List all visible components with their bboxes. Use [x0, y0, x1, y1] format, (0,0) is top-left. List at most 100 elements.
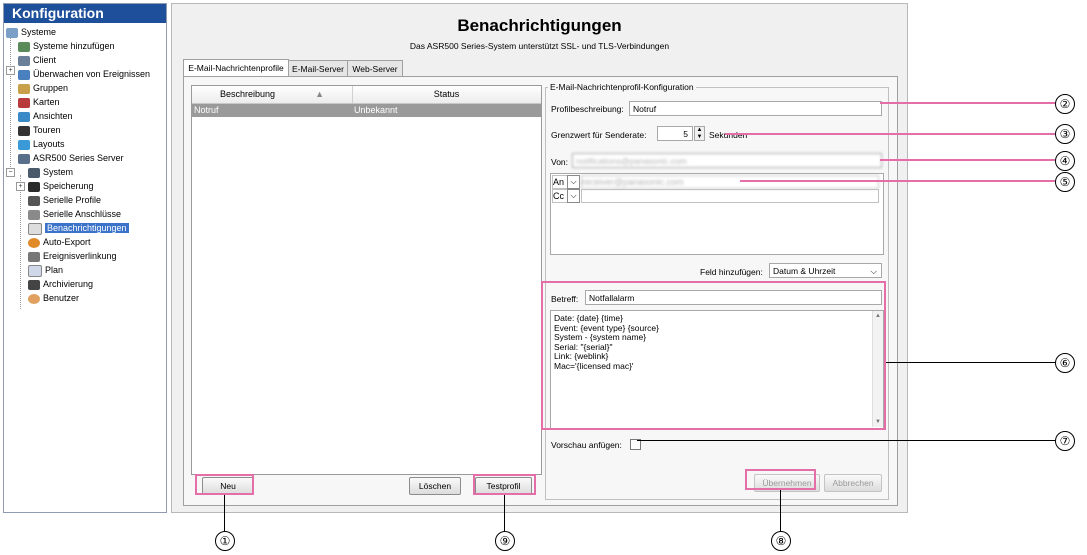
send-rate-input[interactable]: 5: [657, 126, 693, 141]
to-label: An: [552, 175, 568, 189]
callout-line-9: [504, 495, 505, 531]
highlight-message-area: [541, 281, 886, 430]
highlight-apply-button: [745, 469, 816, 490]
profile-description-label: Profilbeschreibung:: [551, 104, 624, 114]
callout-line-2: [880, 102, 1055, 104]
column-header-beschreibung[interactable]: Beschreibung ▲: [192, 86, 353, 103]
send-rate-unit: Sekunden: [709, 130, 748, 140]
notifications-panel: Benachrichtigungen Das ASR500 Series-Sys…: [171, 3, 908, 513]
collapse-server-toggle[interactable]: −: [6, 168, 15, 177]
callout-line-8: [780, 490, 781, 531]
from-input[interactable]: notifications@panasonic.com: [572, 153, 882, 168]
tree-item-ereignisverlinkung[interactable]: Ereignisverlinkung: [28, 249, 117, 263]
from-label: Von:: [551, 157, 569, 167]
callout-2: ②: [1055, 94, 1075, 114]
table-row[interactable]: Notruf Unbekannt: [192, 104, 541, 117]
user-icon: [28, 293, 40, 304]
highlight-test-button: [473, 474, 536, 495]
maps-icon: [18, 97, 30, 108]
tree-item-systeme[interactable]: Systeme: [6, 25, 56, 39]
column-header-status[interactable]: Status: [352, 86, 541, 103]
tree-item-serielle-profile[interactable]: Serielle Profile: [28, 193, 101, 207]
profiles-table: Beschreibung ▲ Status Notruf Unbekannt: [191, 85, 542, 475]
tree-item-plan[interactable]: Plan: [28, 263, 63, 277]
cc-label: Cc: [552, 189, 568, 203]
tab-web-server[interactable]: Web-Server: [347, 60, 403, 77]
tree-item-speicherung[interactable]: Speicherung: [28, 179, 94, 193]
mail-icon: [28, 222, 42, 235]
tab-email-profiles[interactable]: E-Mail-Nachrichtenprofile: [183, 59, 289, 77]
groups-icon: [18, 83, 30, 94]
tree-item-serielle-anschluesse[interactable]: Serielle Anschlüsse: [28, 207, 121, 221]
send-rate-stepper[interactable]: ▲ ▼: [694, 126, 705, 141]
tours-icon: [18, 125, 30, 136]
profile-description-input[interactable]: Notruf: [629, 101, 882, 116]
add-field-select[interactable]: Datum & Uhrzeit ⌵: [769, 263, 882, 278]
archive-icon: [28, 279, 40, 290]
tree-item-client[interactable]: Client: [18, 53, 56, 67]
cancel-button[interactable]: Abbrechen: [824, 474, 882, 492]
add-field-label: Feld hinzufügen:: [700, 267, 763, 277]
expand-client-toggle[interactable]: +: [6, 66, 15, 75]
views-icon: [18, 111, 30, 122]
schedule-icon: [28, 264, 42, 277]
to-dropdown[interactable]: ⌵: [567, 175, 580, 189]
tree-item-archivierung[interactable]: Archivierung: [28, 277, 93, 291]
to-input[interactable]: receiver@panasonic.com: [581, 175, 879, 189]
sort-asc-icon: ▲: [315, 89, 324, 99]
tree-item-benutzer[interactable]: Benutzer: [28, 291, 79, 305]
preview-label: Vorschau anfügen:: [551, 440, 622, 450]
callout-line-5: [740, 180, 1055, 182]
tree-item-asr500-server[interactable]: ASR500 Series Server: [18, 151, 124, 165]
tree-item-layouts[interactable]: Layouts: [18, 137, 65, 151]
table-header: Beschreibung ▲ Status: [192, 86, 541, 104]
callout-line-7: [637, 440, 1055, 441]
server-icon: [18, 153, 30, 164]
serial-ports-icon: [28, 209, 40, 220]
callout-3: ③: [1055, 124, 1075, 144]
expand-system-toggle[interactable]: +: [16, 182, 25, 191]
highlight-new-button: [195, 474, 254, 495]
event-link-icon: [28, 251, 40, 262]
monitor-events-icon: [18, 69, 30, 80]
client-icon: [18, 55, 30, 66]
systems-icon: [6, 27, 18, 38]
callout-line-6: [886, 362, 1055, 363]
tree-title: Konfiguration: [4, 4, 166, 23]
callout-1: ①: [215, 531, 235, 551]
delete-profile-button[interactable]: Löschen: [409, 477, 461, 495]
chevron-down-icon: ⌵: [870, 266, 877, 276]
recipients-grid: An ⌵ receiver@panasonic.com Cc ⌵: [550, 173, 884, 255]
tree-body: + − + Systeme Systeme hinzufügen Client …: [4, 23, 166, 511]
callout-line-4: [880, 159, 1055, 161]
storage-icon: [28, 181, 40, 192]
callout-7: ⑦: [1055, 431, 1075, 451]
callout-5: ⑤: [1055, 172, 1075, 192]
tree-item-ueberwachen[interactable]: Überwachen von Ereignissen: [18, 67, 150, 81]
tree-item-touren[interactable]: Touren: [18, 123, 61, 137]
callout-4: ④: [1055, 151, 1075, 171]
tree-item-systeme-hinzufuegen[interactable]: Systeme hinzufügen: [18, 39, 115, 53]
tree-item-gruppen[interactable]: Gruppen: [18, 81, 68, 95]
add-system-icon: [18, 41, 30, 52]
cc-input[interactable]: [581, 189, 879, 203]
layouts-icon: [18, 139, 30, 150]
tree-item-benachrichtigungen[interactable]: Benachrichtigungen: [28, 221, 129, 235]
tree-item-auto-export[interactable]: Auto-Export: [28, 235, 91, 249]
config-group-title: E-Mail-Nachrichtenprofil-Konfiguration: [548, 82, 696, 92]
callout-6: ⑥: [1055, 353, 1075, 373]
config-tree: Konfiguration + − + Systeme Systeme hinz…: [3, 3, 167, 513]
system-icon: [28, 167, 40, 178]
tree-item-karten[interactable]: Karten: [18, 95, 60, 109]
cc-dropdown[interactable]: ⌵: [567, 189, 580, 203]
callout-line-1: [224, 495, 225, 531]
tab-email-server[interactable]: E-Mail-Server: [288, 60, 348, 77]
page-title: Benachrichtigungen: [457, 16, 622, 35]
tree-item-ansichten[interactable]: Ansichten: [18, 109, 73, 123]
send-rate-label: Grenzwert für Senderate:: [551, 130, 647, 140]
tree-item-system[interactable]: System: [28, 165, 73, 179]
cell-status: Unbekannt: [354, 105, 398, 115]
callout-9: ⑨: [495, 531, 515, 551]
callout-8: ⑧: [771, 531, 791, 551]
serial-profiles-icon: [28, 195, 40, 206]
